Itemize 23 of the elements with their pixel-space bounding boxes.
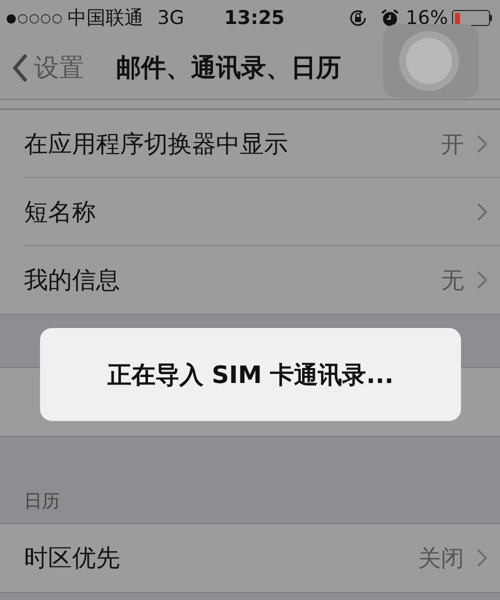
alarm-icon xyxy=(380,8,400,28)
setting-value: 关闭 xyxy=(418,544,464,574)
assistive-touch-button[interactable] xyxy=(383,24,479,98)
import-progress-dialog: 正在导入 SIM 卡通讯录... xyxy=(40,328,461,421)
nav-title: 邮件、通讯录、日历 xyxy=(116,52,341,84)
setting-label: 短名称 xyxy=(24,197,97,228)
section-header: 日历 xyxy=(23,490,61,514)
setting-label: 我的信息 xyxy=(24,265,121,296)
status-time: 13:25 xyxy=(224,7,285,29)
signal-strength: ●○○○○ xyxy=(6,11,64,25)
battery-percentage: 16% xyxy=(406,7,448,29)
settings-row[interactable]: 时区优先 关闭 xyxy=(0,524,500,592)
back-chevron-icon xyxy=(12,52,28,82)
setting-value: 无 xyxy=(441,266,464,296)
settings-row[interactable]: 在应用程序切换器中显示 开 xyxy=(0,110,500,178)
setting-value: 开 xyxy=(441,130,464,160)
settings-row[interactable]: 短名称 xyxy=(0,178,500,246)
setting-label: 时区优先 xyxy=(24,543,121,574)
network-type: 3G xyxy=(157,7,184,29)
settings-row[interactable]: 我的信息 无 xyxy=(0,246,500,314)
setting-label: 在应用程序切换器中显示 xyxy=(24,129,289,160)
rotation-lock-icon xyxy=(348,8,368,28)
carrier-name: 中国联通 xyxy=(67,6,144,31)
